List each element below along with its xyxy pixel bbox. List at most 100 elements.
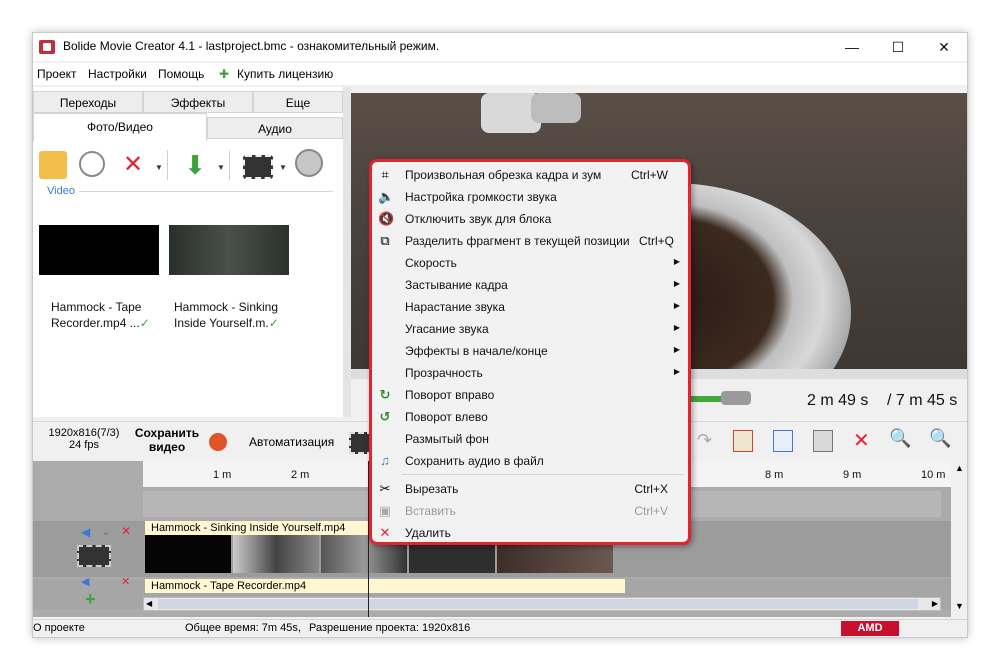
tab-audio[interactable]: Аудио — [207, 117, 343, 139]
clip-name[interactable]: Hammock - Sinking Inside Yourself.m.✓ — [174, 299, 279, 331]
zoom-in-icon[interactable]: 🔍 — [929, 428, 951, 449]
redo-icon[interactable]: ↷ — [697, 430, 712, 451]
menu-item-label: Прозрачность — [405, 366, 483, 380]
menu-item-mute[interactable]: 🔇 Отключить звук для блока — [372, 208, 688, 230]
crop-clip-icon[interactable] — [733, 430, 753, 452]
chevron-down-icon[interactable]: ▼ — [279, 163, 287, 172]
add-track-icon[interactable]: + — [85, 589, 96, 610]
tab-effects[interactable]: Эффекты — [143, 91, 253, 113]
automation-button[interactable]: Автоматизация — [249, 435, 334, 449]
collapse-icon[interactable]: ⌄ — [101, 524, 111, 538]
copy-icon[interactable] — [773, 430, 793, 452]
scrollbar-thumb[interactable] — [158, 599, 918, 609]
menu-item-effects[interactable]: Эффекты в начале/конце ▶ — [372, 340, 688, 362]
save-video-line: Сохранить — [134, 426, 200, 440]
record-icon[interactable] — [209, 433, 227, 451]
delete-icon[interactable]: ✕ — [853, 428, 870, 453]
zoom-out-icon[interactable]: 🔍 — [889, 428, 911, 449]
vertical-scrollbar[interactable]: ▲ ▼ — [951, 461, 967, 617]
media-toolbar: ✕ ▼ ⬇ ▼ ▼ — [33, 145, 343, 185]
menu-help[interactable]: Помощь — [158, 67, 204, 81]
menu-settings[interactable]: Настройки — [88, 67, 147, 81]
menu-item-label: Застывание кадра — [405, 278, 508, 292]
clip-context-menu: ⌗ Произвольная обрезка кадра и зум Ctrl+… — [369, 159, 691, 545]
mute-icon: 🔇 — [378, 211, 395, 226]
menu-item-rotate-right[interactable]: ↻ Поворот вправо — [372, 384, 688, 406]
menu-item-blur-background[interactable]: Размытый фон — [372, 428, 688, 450]
clip-name-line: Hammock - Sinking — [174, 300, 279, 314]
marshmallow-shape — [531, 93, 581, 123]
menu-item-label: Угасание звука — [405, 322, 489, 336]
total-time-status: Общее время: 7m 45s, — [185, 622, 301, 634]
chevron-down-icon[interactable]: ▼ — [217, 163, 225, 172]
clip-name[interactable]: Hammock - Tape Recorder.mp4 ...✓ — [51, 299, 150, 331]
remove-track-icon[interactable]: ✕ — [121, 575, 130, 588]
webcam-icon[interactable] — [295, 149, 323, 177]
menu-item-crop-zoom[interactable]: ⌗ Произвольная обрезка кадра и зум Ctrl+… — [372, 164, 688, 186]
minimize-button[interactable]: — — [829, 33, 875, 61]
timeline-clip-label[interactable]: Hammock - Tape Recorder.mp4 — [145, 579, 625, 593]
resolution-label: 1920x816(7/3) — [48, 427, 120, 439]
menu-item-save-audio[interactable]: ♫ Сохранить аудио в файл — [372, 450, 688, 472]
clock-icon[interactable] — [79, 151, 105, 177]
scroll-left-icon[interactable]: ◀ — [146, 599, 152, 608]
submenu-arrow-icon: ▶ — [673, 345, 680, 354]
tab-more[interactable]: Еще — [253, 91, 343, 113]
menu-item-split[interactable]: ⧉ Разделить фрагмент в текущей позиции C… — [372, 230, 688, 252]
track-left-icon[interactable]: ◀ — [81, 575, 89, 588]
menu-item-rotate-left[interactable]: ↺ Поворот влево — [372, 406, 688, 428]
tab-photo-video[interactable]: Фото/Видео — [33, 113, 207, 141]
menu-item-label: Поворот влево — [405, 410, 488, 424]
clip-thumbnail[interactable] — [39, 225, 159, 275]
menu-item-speed[interactable]: Скорость ▶ — [372, 252, 688, 274]
menu-item-cut[interactable]: ✂ Вырезать Ctrl+X — [372, 478, 688, 500]
menu-item-label: Удалить — [405, 526, 451, 540]
menu-item-shortcut: Ctrl+W — [631, 168, 668, 182]
menu-item-label: Разделить фрагмент в текущей позиции — [405, 234, 630, 248]
arrow-down-icon[interactable]: ⬇ — [181, 151, 209, 179]
close-button[interactable]: ✕ — [921, 33, 967, 61]
menu-item-volume[interactable]: 🔈 Настройка громкости звука — [372, 186, 688, 208]
menu-item-transparency[interactable]: Прозрачность ▶ — [372, 362, 688, 384]
project-resolution-info: 1920x816(7/3) 24 fps — [47, 427, 121, 451]
tab-transitions[interactable]: Переходы — [33, 91, 143, 113]
paste-icon[interactable] — [813, 430, 833, 452]
maximize-button[interactable]: ☐ — [875, 33, 921, 61]
delete-clip-icon[interactable]: ✕ — [119, 151, 147, 179]
clip-name-line: Hammock - Tape — [51, 300, 142, 314]
clip-thumbnail[interactable] — [169, 225, 289, 275]
remove-track-icon[interactable]: ✕ — [121, 524, 131, 538]
save-video-line: видео — [148, 440, 186, 454]
horizontal-scrollbar[interactable]: ◀ ▶ — [143, 597, 941, 611]
film-icon[interactable] — [243, 155, 273, 179]
fps-label: 24 fps — [69, 439, 99, 451]
clip-frame — [145, 535, 231, 573]
menu-item-freeze-frame[interactable]: Застывание кадра ▶ — [372, 274, 688, 296]
menu-item-label: Вставить — [405, 504, 456, 518]
ruler-tick: 9 m — [843, 469, 862, 481]
volume-slider-handle[interactable] — [721, 391, 751, 405]
menu-item-delete[interactable]: ✕ Удалить — [372, 522, 688, 544]
panel-splitter[interactable] — [343, 87, 351, 417]
scroll-up-icon[interactable]: ▲ — [955, 463, 964, 473]
menu-item-label: Вырезать — [405, 482, 459, 496]
volume-icon: 🔈 — [378, 189, 395, 204]
track-left-icon[interactable]: ◀ — [81, 525, 90, 539]
save-video-button[interactable]: Сохранить видео — [129, 426, 205, 454]
scroll-down-icon[interactable]: ▼ — [955, 601, 964, 611]
about-project-link[interactable]: О проекте — [33, 622, 85, 634]
menu-item-label: Нарастание звука — [405, 300, 505, 314]
chevron-down-icon[interactable]: ▼ — [155, 163, 163, 172]
menu-item-paste[interactable]: ▣ Вставить Ctrl+V — [372, 500, 688, 522]
menu-project[interactable]: Проект — [37, 67, 77, 81]
ruler-tick: 1 m — [213, 469, 232, 481]
split-icon: ⧉ — [380, 233, 390, 248]
open-folder-icon[interactable] — [39, 151, 67, 179]
menu-separator — [402, 474, 684, 475]
menu-item-fade-out[interactable]: Угасание звука ▶ — [372, 318, 688, 340]
menu-buy-license[interactable]: Купить лицензию — [237, 67, 333, 81]
menu-item-fade-in[interactable]: Нарастание звука ▶ — [372, 296, 688, 318]
menu-item-label: Сохранить аудио в файл — [405, 454, 544, 468]
scroll-right-icon[interactable]: ▶ — [932, 599, 938, 608]
ruler-tick: 8 m — [765, 469, 784, 481]
